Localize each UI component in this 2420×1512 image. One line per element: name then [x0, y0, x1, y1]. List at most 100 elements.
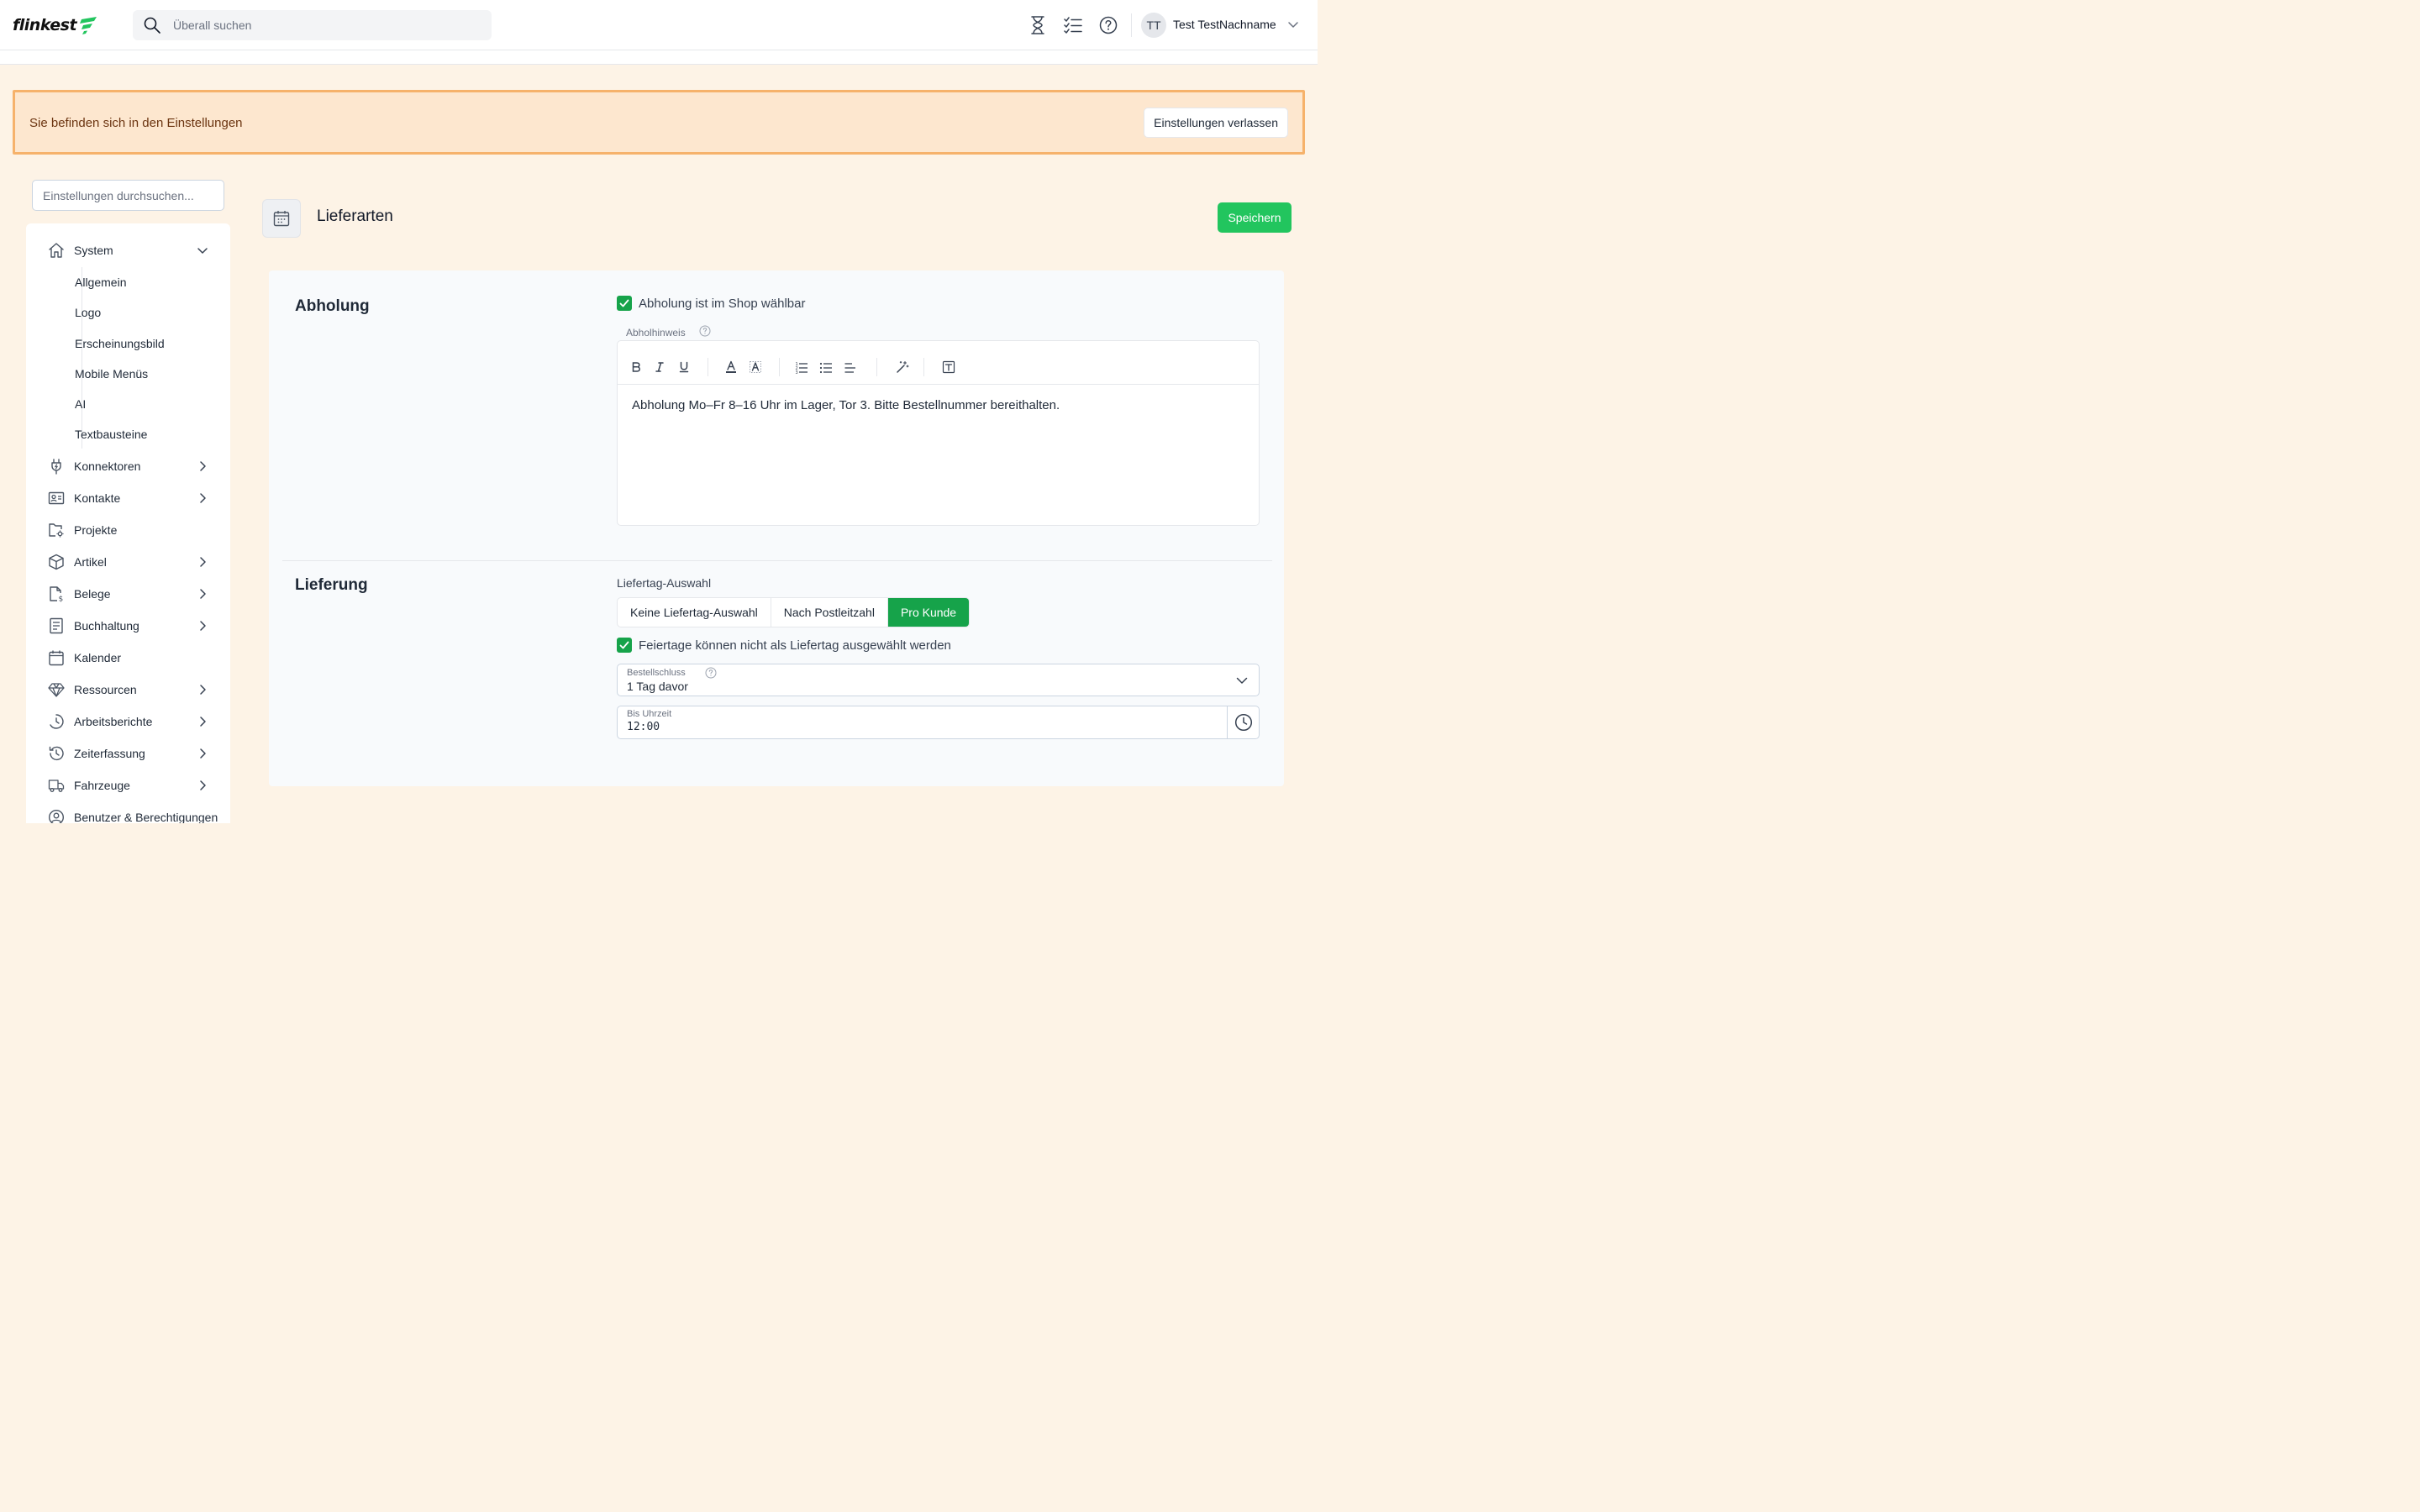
sidebar-item-kalender[interactable]: Kalender: [26, 644, 230, 671]
sidebar-item-label: Projekte: [74, 523, 118, 537]
page-title: Lieferarten: [317, 207, 393, 225]
folder-gear-icon: [48, 522, 65, 538]
document-dollar-icon: $: [48, 585, 65, 602]
toolbar-separator: [876, 358, 877, 376]
sidebar-item-system[interactable]: System: [26, 237, 230, 264]
magic-wand-icon[interactable]: [895, 360, 910, 375]
pickup-checkbox[interactable]: [617, 296, 632, 311]
sidebar-item-benutzer[interactable]: Benutzer & Berechtigungen: [26, 804, 230, 823]
chevron-right-icon: [197, 460, 208, 476]
sidebar-item-label: Belege: [74, 587, 111, 601]
settings-search-input[interactable]: [32, 180, 224, 211]
highlight-icon[interactable]: [748, 360, 763, 375]
section-title-abholung: Abholung: [295, 297, 370, 315]
ledger-icon: [48, 617, 65, 634]
sidebar-subitem-mobile-menues[interactable]: Mobile Menüs: [75, 367, 148, 381]
sidebar-item-label: Kalender: [74, 651, 122, 664]
option-pro-kunde[interactable]: Pro Kunde: [887, 598, 970, 627]
logo[interactable]: flinkest: [13, 13, 98, 38]
help-icon[interactable]: [1098, 15, 1118, 35]
help-circle-icon[interactable]: [705, 667, 717, 683]
save-button[interactable]: Speichern: [1218, 202, 1292, 233]
section-title-lieferung: Lieferung: [295, 576, 368, 594]
italic-icon[interactable]: [652, 360, 667, 375]
svg-text:$: $: [59, 596, 64, 603]
sidebar-item-belege[interactable]: $ Belege: [26, 580, 230, 607]
delivery-day-selection-label: Liefertag-Auswahl: [617, 576, 712, 590]
pickup-hint-label: Abholhinweis: [626, 327, 686, 339]
sidebar-item-label: Kontakte: [74, 491, 121, 505]
exit-settings-button[interactable]: Einstellungen verlassen: [1144, 108, 1288, 138]
sidebar-item-label: Konnektoren: [74, 459, 141, 473]
banner-text: Sie befinden sich in den Einstellungen: [29, 116, 243, 130]
sidebar-subitem-erscheinungsbild[interactable]: Erscheinungsbild: [75, 337, 165, 350]
align-left-icon[interactable]: [843, 360, 858, 375]
chevron-right-icon: [197, 620, 208, 636]
toolbar-separator: [923, 358, 924, 376]
option-keine-liefertag-auswahl[interactable]: Keine Liefertag-Auswahl: [618, 598, 771, 627]
order-cutoff-select[interactable]: Bestellschluss 1 Tag davor: [617, 664, 1260, 696]
sidebar-subitem-logo[interactable]: Logo: [75, 306, 101, 319]
top-bar: flinkest TT Test TestNachname: [0, 0, 1318, 50]
help-circle-icon[interactable]: [699, 325, 711, 341]
user-circle-icon: [48, 809, 65, 823]
truck-icon: [48, 777, 65, 794]
avatar[interactable]: TT: [1141, 13, 1166, 38]
hourglass-icon[interactable]: [1028, 15, 1048, 35]
pickup-checkbox-label[interactable]: Abholung ist im Shop wählbar: [639, 297, 805, 311]
history-icon: [48, 745, 65, 762]
box-icon: [48, 554, 65, 570]
sidebar-item-konnektoren[interactable]: Konnektoren: [26, 453, 230, 480]
holiday-checkbox-label[interactable]: Feiertage können nicht als Liefertag aus…: [639, 638, 951, 653]
sidebar-subitem-ai[interactable]: AI: [75, 397, 86, 411]
checkmark-icon: [619, 641, 629, 649]
clock-report-icon: [48, 713, 65, 730]
settings-sidebar: System Allgemein Logo Erscheinungsbild M…: [26, 223, 230, 823]
checkmark-icon: [619, 299, 629, 307]
sidebar-item-buchhaltung[interactable]: Buchhaltung: [26, 612, 230, 639]
underline-icon[interactable]: [676, 360, 692, 375]
pickup-hint-text[interactable]: Abholung Mo–Fr 8–16 Uhr im Lager, Tor 3.…: [632, 398, 1060, 412]
global-search-input[interactable]: [173, 10, 476, 40]
sub-bar: [0, 50, 1318, 65]
task-list-icon[interactable]: [1063, 15, 1083, 35]
sidebar-item-fahrzeuge[interactable]: Fahrzeuge: [26, 772, 230, 799]
cutoff-time-input[interactable]: Bis Uhrzeit 12:00: [617, 706, 1228, 739]
time-picker-button[interactable]: [1227, 706, 1260, 739]
cutoff-time-caption: Bis Uhrzeit: [627, 709, 672, 719]
toolbar-separator: [779, 358, 780, 376]
home-icon: [48, 242, 65, 259]
user-name[interactable]: Test TestNachname: [1173, 18, 1276, 31]
sidebar-subitem-textbausteine[interactable]: Textbausteine: [75, 428, 147, 441]
sidebar-item-label: Buchhaltung: [74, 619, 139, 633]
sidebar-item-kontakte[interactable]: Kontakte: [26, 485, 230, 512]
settings-banner: Sie befinden sich in den Einstellungen E…: [13, 90, 1305, 155]
chevron-right-icon: [197, 556, 208, 572]
bold-icon[interactable]: [629, 360, 644, 375]
sidebar-item-projekte[interactable]: Projekte: [26, 517, 230, 543]
text-box-icon[interactable]: [941, 360, 956, 375]
chevron-down-icon[interactable]: [1287, 18, 1299, 34]
sidebar-item-label: Zeiterfassung: [74, 747, 145, 760]
chevron-right-icon: [197, 492, 208, 508]
bullet-list-icon[interactable]: [818, 360, 834, 375]
option-nach-postleitzahl[interactable]: Nach Postleitzahl: [771, 598, 888, 627]
global-search[interactable]: [133, 10, 492, 40]
ordered-list-icon[interactable]: 123: [794, 360, 809, 375]
sidebar-subitem-allgemein[interactable]: Allgemein: [75, 276, 126, 289]
plug-icon: [48, 458, 65, 475]
chevron-right-icon: [197, 588, 208, 604]
sidebar-item-ressourcen[interactable]: Ressourcen: [26, 676, 230, 703]
page: flinkest TT Test TestNachname: [0, 0, 1318, 823]
sidebar-item-label: Arbeitsberichte: [74, 715, 153, 728]
sidebar-item-arbeitsberichte[interactable]: Arbeitsberichte: [26, 708, 230, 735]
logo-text: flinkest: [13, 16, 77, 34]
sidebar-item-zeiterfassung[interactable]: Zeiterfassung: [26, 740, 230, 767]
text-color-icon[interactable]: [723, 360, 739, 375]
logo-mark-icon: [80, 17, 97, 34]
sidebar-item-artikel[interactable]: Artikel: [26, 549, 230, 575]
chevron-right-icon: [197, 684, 208, 700]
sidebar-item-label: Benutzer & Berechtigungen: [74, 811, 218, 823]
holiday-checkbox[interactable]: [617, 638, 632, 653]
svg-text:3: 3: [796, 370, 798, 374]
